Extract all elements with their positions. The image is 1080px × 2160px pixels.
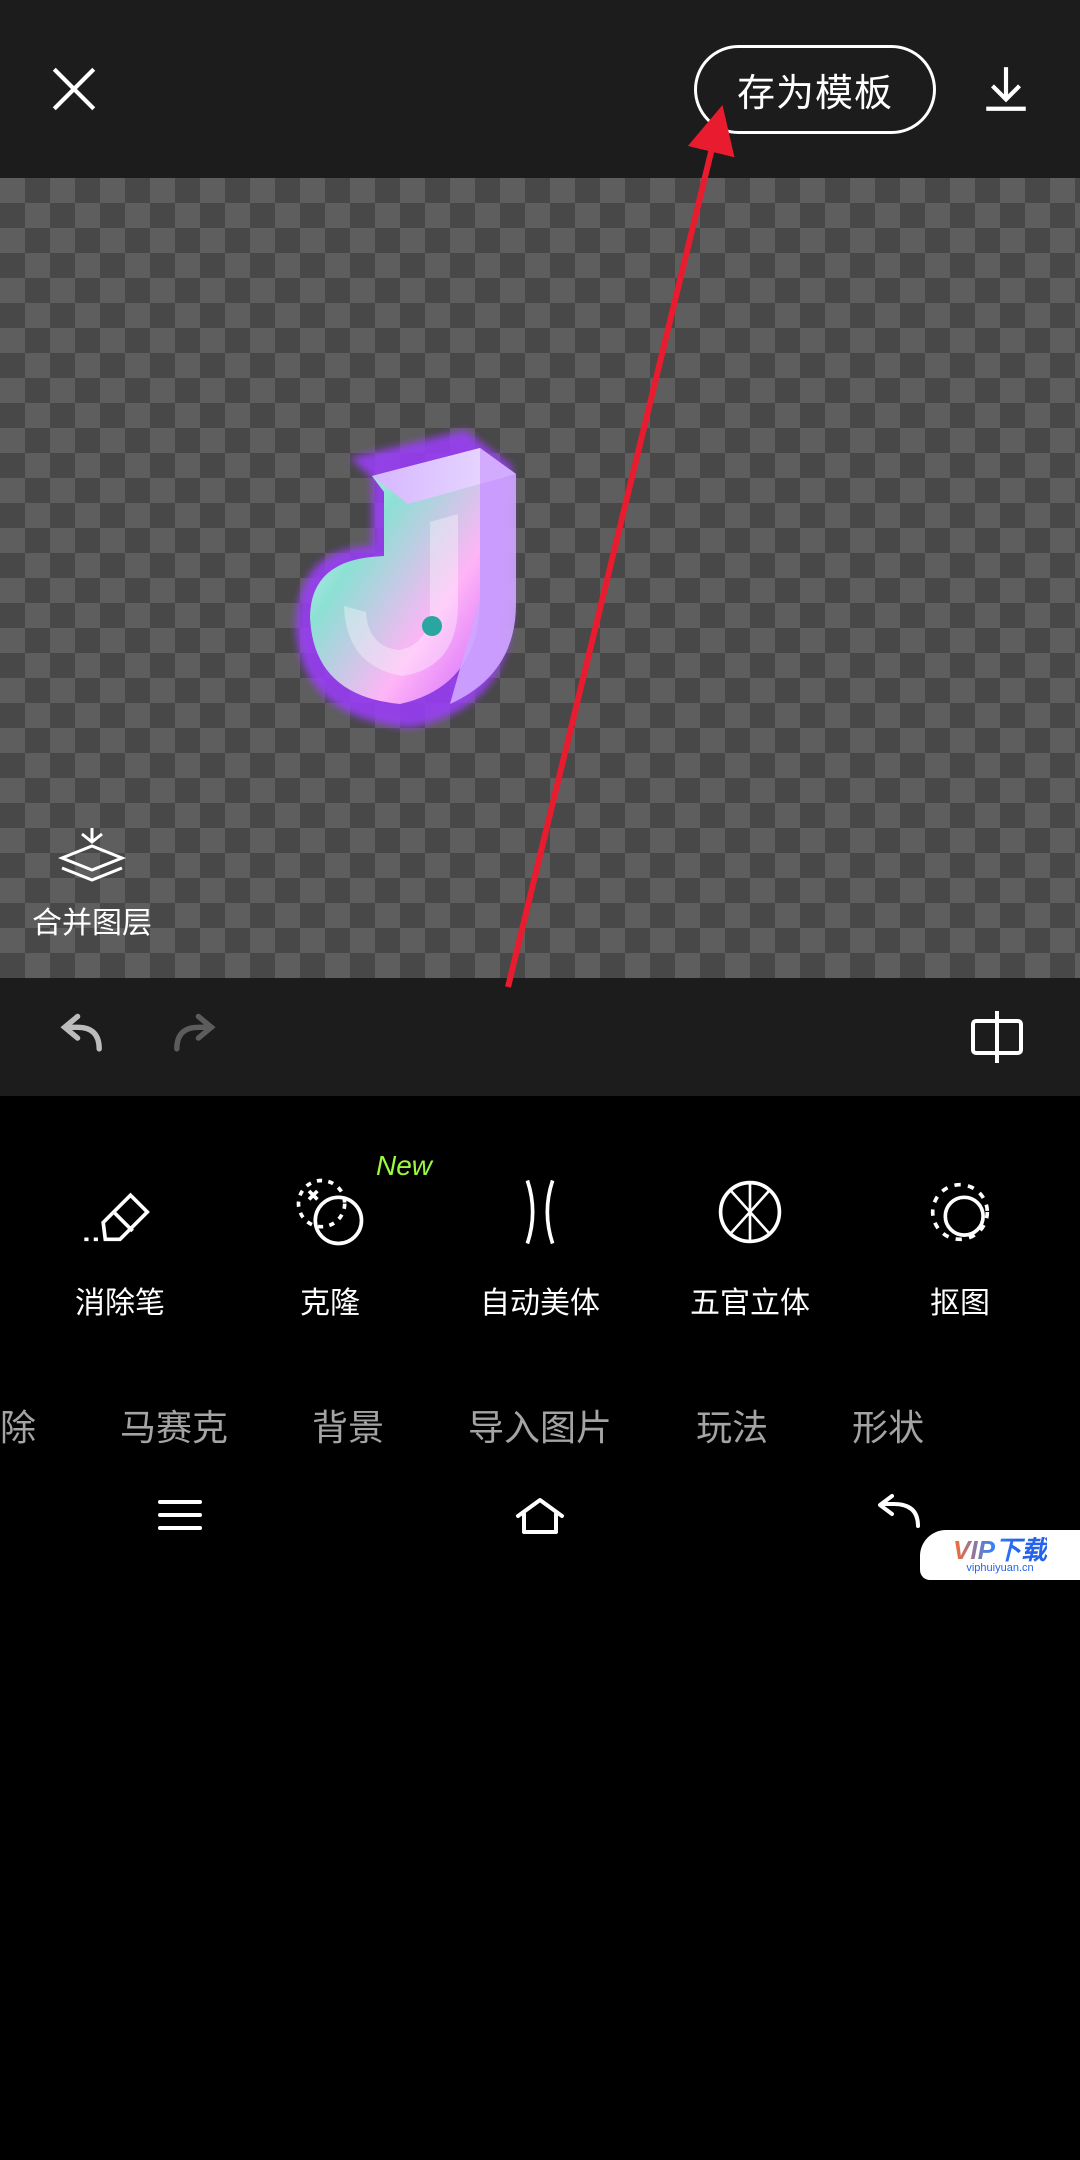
merge-layers-button[interactable]: 合并图层 bbox=[32, 826, 152, 942]
home-icon bbox=[510, 1492, 570, 1538]
tool-cutout[interactable]: 抠图 bbox=[870, 1170, 1050, 1322]
face3d-icon bbox=[708, 1170, 792, 1254]
download-button[interactable] bbox=[976, 59, 1036, 119]
undo-button[interactable] bbox=[48, 1002, 118, 1072]
watermark-url: viphuiyuan.cn bbox=[966, 1563, 1033, 1574]
close-icon bbox=[48, 63, 100, 115]
tool-clone[interactable]: New 克隆 bbox=[240, 1170, 420, 1322]
tool-label: 五官立体 bbox=[690, 1278, 810, 1322]
compare-button[interactable] bbox=[962, 1002, 1032, 1072]
merge-layers-icon bbox=[52, 826, 132, 886]
tab-mosaic[interactable]: 马赛克 bbox=[78, 1399, 270, 1451]
history-strip bbox=[0, 978, 1080, 1096]
tool-label: 消除笔 bbox=[75, 1278, 165, 1322]
redo-icon bbox=[166, 1010, 220, 1064]
clone-icon bbox=[288, 1170, 372, 1254]
cutout-icon bbox=[918, 1170, 1002, 1254]
tool-row: 消除笔 New 克隆 自动美体 五官立 bbox=[0, 1150, 1080, 1370]
back-icon bbox=[870, 1492, 930, 1538]
eraser-icon bbox=[78, 1170, 162, 1254]
tool-label: 抠图 bbox=[930, 1278, 990, 1322]
new-badge: New bbox=[376, 1150, 432, 1182]
watermark: VIP下载 viphuiyuan.cn bbox=[920, 1530, 1080, 1580]
menu-icon bbox=[150, 1492, 210, 1538]
merge-layers-label: 合并图层 bbox=[32, 898, 152, 942]
nav-back-button[interactable] bbox=[865, 1490, 935, 1540]
tab-background[interactable]: 背景 bbox=[270, 1399, 426, 1451]
redo-button[interactable] bbox=[158, 1002, 228, 1072]
body-icon bbox=[498, 1170, 582, 1254]
tool-label: 克隆 bbox=[300, 1278, 360, 1322]
watermark-brand: VIP下载 bbox=[953, 1537, 1047, 1563]
tab-play[interactable]: 玩法 bbox=[654, 1399, 810, 1451]
category-tab-strip[interactable]: 除 马赛克 背景 导入图片 玩法 形状 bbox=[0, 1380, 1080, 1470]
tool-label: 自动美体 bbox=[480, 1278, 600, 1322]
tool-autobody[interactable]: 自动美体 bbox=[450, 1170, 630, 1322]
tab-import[interactable]: 导入图片 bbox=[426, 1399, 654, 1451]
canvas-image[interactable] bbox=[280, 418, 560, 738]
nav-menu-button[interactable] bbox=[145, 1490, 215, 1540]
editor-canvas[interactable]: 合并图层 bbox=[0, 178, 1080, 978]
tab-remove-partial[interactable]: 除 bbox=[0, 1399, 78, 1451]
compare-split-icon bbox=[967, 1007, 1027, 1067]
close-button[interactable] bbox=[44, 59, 104, 119]
nav-home-button[interactable] bbox=[505, 1490, 575, 1540]
download-icon bbox=[980, 63, 1032, 115]
top-bar: 存为模板 bbox=[0, 0, 1080, 178]
tool-face3d[interactable]: 五官立体 bbox=[660, 1170, 840, 1322]
tool-eraser[interactable]: 消除笔 bbox=[30, 1170, 210, 1322]
save-as-template-button[interactable]: 存为模板 bbox=[694, 45, 936, 134]
system-nav-bar bbox=[0, 1470, 1080, 1560]
undo-icon bbox=[56, 1010, 110, 1064]
tab-shape[interactable]: 形状 bbox=[810, 1399, 966, 1451]
